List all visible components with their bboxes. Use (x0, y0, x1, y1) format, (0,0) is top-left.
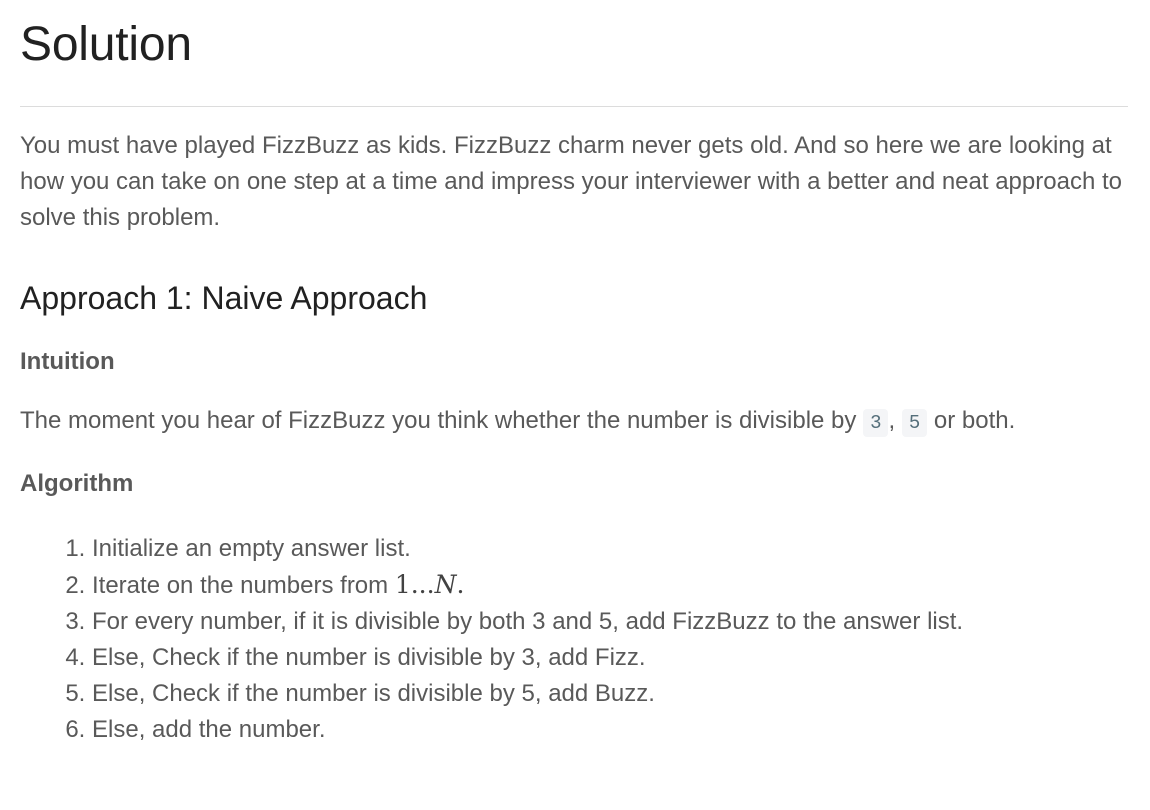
title-divider (20, 106, 1128, 107)
algorithm-step-6: Else, add the number. (92, 712, 1128, 748)
intuition-heading: Intuition (20, 348, 115, 375)
code-three: 3 (863, 409, 889, 437)
algorithm-step-2: Iterate on the numbers from 1...N. (92, 567, 1128, 604)
algorithm-step-3: For every number, if it is divisible by … (92, 604, 1128, 640)
algorithm-steps-list: Initialize an empty answer list. Iterate… (20, 531, 1128, 748)
range-math-expression: 1...N. (395, 570, 465, 599)
range-math-end: . (456, 570, 465, 599)
range-math-variable: N (434, 570, 457, 599)
intuition-text-after: or both. (927, 407, 1016, 434)
solution-page: Solution You must have played FizzBuzz a… (0, 0, 1150, 810)
algorithm-step-2-text: Iterate on the numbers from (92, 572, 395, 599)
page-title: Solution (20, 18, 192, 71)
algorithm-step-5: Else, Check if the number is divisible b… (92, 676, 1128, 712)
intro-paragraph: You must have played FizzBuzz as kids. F… (20, 132, 1122, 231)
algorithm-step-1: Initialize an empty answer list. (92, 531, 1128, 567)
code-five: 5 (901, 409, 928, 437)
approach-1-heading: Approach 1: Naive Approach (20, 280, 428, 316)
range-math-start: 1... (394, 570, 435, 599)
intuition-paragraph: The moment you hear of FizzBuzz you thin… (20, 404, 1128, 440)
intuition-separator: , (888, 407, 902, 434)
algorithm-heading: Algorithm (20, 470, 134, 497)
intuition-text-before: The moment you hear of FizzBuzz you thin… (20, 407, 864, 434)
algorithm-step-4: Else, Check if the number is divisible b… (92, 640, 1128, 676)
